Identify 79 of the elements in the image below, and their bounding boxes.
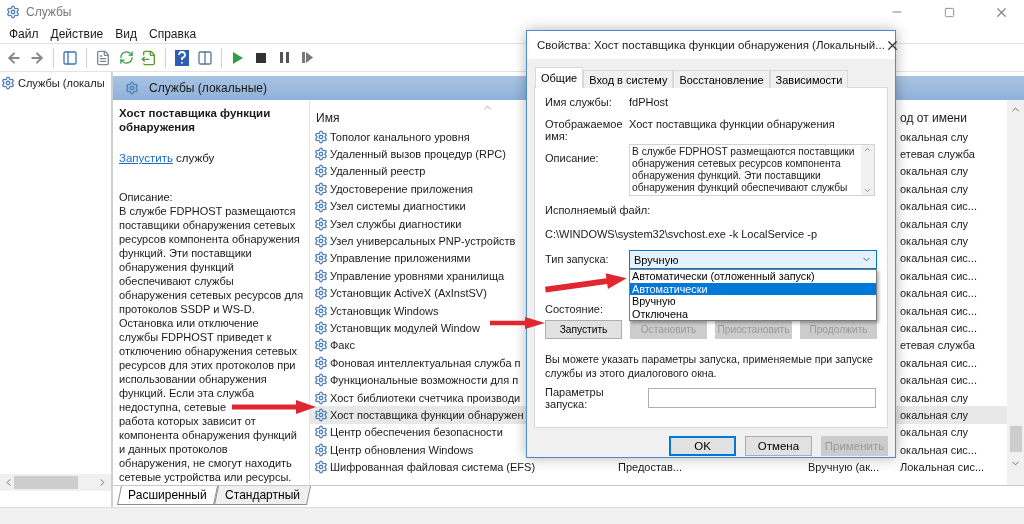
- table-cell: окальная сис...: [900, 287, 977, 300]
- field-value: Хост поставщика функции обнаружения: [629, 118, 835, 130]
- table-cell: окальная слу: [900, 408, 969, 421]
- service-name: Установщик модулей Window: [330, 322, 480, 334]
- description-line: недоступна, сетевые: [119, 400, 227, 414]
- service-title: Хост поставщика функции обнаружения: [119, 106, 272, 134]
- service-name: Хост поставщика функции обнаружен: [330, 408, 524, 421]
- description-line: функций. Эти поставщики: [119, 246, 252, 260]
- description-line: функций. Если эта служба: [119, 386, 254, 400]
- table-cell: окальная сис...: [900, 322, 977, 334]
- table-cell: окальная сис...: [900, 374, 977, 387]
- description-line: отключению обнаружения сетевых: [119, 344, 298, 358]
- description-line: компонента обнаружения функций: [119, 428, 297, 442]
- description-line: работа которых зависит от: [119, 414, 256, 428]
- table-cell: окальная слу: [900, 217, 969, 230]
- service-name: Удаленный реестр: [330, 165, 426, 178]
- description-line: Остановка или отключение: [119, 316, 259, 330]
- link-caption: службу: [176, 152, 215, 164]
- service-name: Удостоверение приложения: [330, 182, 474, 195]
- field-label: Тип запуска:: [545, 253, 610, 265]
- service-name: Узел системы диагностики: [330, 200, 466, 213]
- service-name: Центр обеспечения безопасности: [330, 426, 503, 439]
- service-name: Центр обновления Windows: [330, 443, 474, 456]
- field-label: Имя службы:: [545, 96, 613, 108]
- executable-path: C:\WINDOWS\system32\svchost.exe -k LocalService -p: [545, 228, 818, 240]
- service-name: Тополог канального уровня: [330, 130, 470, 143]
- hint-text: Вы можете указать параметры запуска, применяемые при запуске службы из этого диалогового окна.: [545, 352, 874, 380]
- table-cell: окальная сис...: [900, 200, 977, 213]
- table-cell: окальная сис...: [900, 269, 977, 282]
- table-cell: Вручную (ак...: [808, 461, 880, 474]
- service-name: Установщик ActiveX (AxInstSV): [330, 287, 487, 300]
- field-label: Параметры запуска:: [545, 386, 605, 410]
- description-line: ресурсов компонента обнаружения: [119, 232, 300, 246]
- table-cell: етевая служба: [900, 339, 975, 352]
- table-cell: окальная слу: [900, 130, 969, 143]
- service-name: Удаленный вызов процедур (RPC): [330, 148, 506, 161]
- service-name: Функциональные возможности для п: [330, 374, 519, 387]
- service-name: Хост библиотеки счетчика производи: [330, 391, 521, 404]
- table-cell: окальная сис...: [900, 443, 977, 456]
- field-label: Исполняемый файл:: [545, 204, 652, 216]
- table-cell: окальная слу: [900, 165, 969, 178]
- field-label: Отображаемое имя:: [545, 118, 624, 142]
- service-name: Установщик Windows: [330, 304, 439, 317]
- description-line: использовании обнаружения: [119, 372, 267, 386]
- field-value: fdPHost: [629, 96, 669, 108]
- dialog-title: Свойства: Хост поставщика функции обнаружения (Локальный...: [537, 39, 885, 51]
- service-name: Узел универсальных PNP-устройств: [330, 235, 516, 248]
- table-cell: окальная сис...: [900, 356, 977, 369]
- description-line: обнаружения сетевых ресурсов для: [119, 288, 304, 302]
- panel-title: Службы (локальные): [149, 81, 267, 95]
- description-line: поставщики обнаружения сетевых: [119, 218, 296, 232]
- table-cell: окальная слу: [900, 235, 969, 248]
- service-name: Управление приложениями: [330, 252, 471, 265]
- field-label: Описание:: [545, 152, 600, 164]
- description-line: протоколов SSDP и WS-D.: [119, 302, 255, 316]
- table-cell: окальная сис...: [900, 304, 977, 317]
- service-name: Фоновая интеллектуальная служба п: [330, 356, 521, 369]
- description-line: службы FDPHOST приведет к: [119, 330, 272, 344]
- table-cell: етевая служба: [900, 148, 975, 161]
- table-cell: окальная слу: [900, 182, 969, 195]
- description-line: ресурсов для этих протоколов при: [119, 358, 296, 372]
- window-title: Службы: [26, 5, 72, 19]
- description-line: обнаружения, не смогут находить: [119, 456, 292, 470]
- service-name: Факс: [330, 339, 355, 352]
- table-cell: окальная сис...: [900, 252, 977, 265]
- description-line: обнаружения функций: [119, 260, 234, 274]
- service-name: Шифрованная файловая система (EFS): [330, 461, 536, 474]
- description-line: обеспечивают службы: [119, 274, 234, 288]
- service-name: Управление уровнями хранилища: [330, 269, 505, 282]
- description-line: В службе FDPHOST размещаются: [119, 204, 296, 218]
- table-cell: окальная слу: [900, 426, 969, 439]
- field-label: Состояние:: [545, 303, 604, 315]
- service-name: Узел службы диагностики: [330, 217, 462, 230]
- table-cell: окальная слу: [900, 391, 969, 404]
- table-cell: Локальная сис...: [900, 461, 985, 474]
- description-line: и данных протоколов: [119, 442, 228, 456]
- description-line: сетевые устройства или ресурсы.: [119, 470, 292, 484]
- description-label: Описание:: [119, 190, 173, 204]
- table-cell: Предостав...: [618, 461, 682, 474]
